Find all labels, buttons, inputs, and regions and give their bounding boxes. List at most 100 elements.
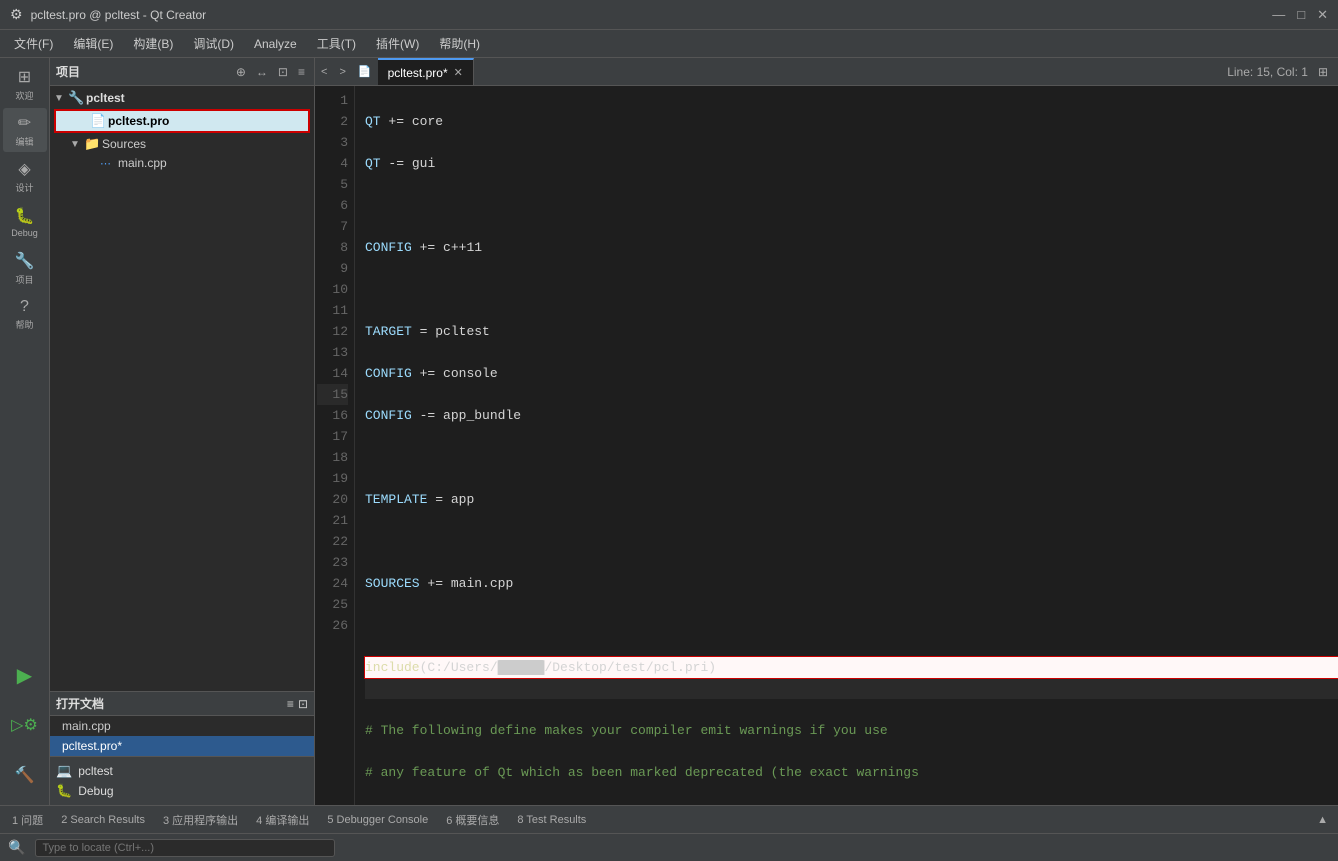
ln-6: 6 bbox=[317, 195, 348, 216]
tree-item-sources[interactable]: ▼ 📁 Sources bbox=[50, 134, 314, 154]
sidebar-item-label-project: 项目 bbox=[15, 273, 33, 286]
code-line-17: # any feature of Qt which as been marked… bbox=[365, 762, 1338, 783]
bottom-tab-problems[interactable]: 1 问题 bbox=[4, 809, 51, 831]
debug-section-label: 💻 pcltest 🐛 Debug bbox=[50, 756, 314, 805]
ln-14: 14 bbox=[317, 363, 348, 384]
window-title: pcltest.pro @ pcltest - Qt Creator bbox=[31, 8, 1265, 22]
tree-label-main: main.cpp bbox=[118, 156, 167, 170]
code-line-2: QT -= gui bbox=[365, 153, 1338, 174]
sidebar-item-debug[interactable]: 🐛 Debug bbox=[3, 200, 47, 244]
of-collapse-btn[interactable]: ⊡ bbox=[298, 697, 308, 711]
sidebar-item-label-debug: Debug bbox=[11, 228, 38, 238]
tree-item-pcltest-pro[interactable]: 📄 pcltest.pro bbox=[54, 109, 310, 133]
run-icon: ▶ bbox=[17, 663, 32, 688]
menu-debug[interactable]: 调试(D) bbox=[183, 31, 244, 56]
ln-12: 12 bbox=[317, 321, 348, 342]
menu-analyze[interactable]: Analyze bbox=[244, 33, 307, 55]
tab-pcltest-pro[interactable]: pcltest.pro* ✕ bbox=[378, 58, 474, 85]
titlebar: ⚙ pcltest.pro @ pcltest - Qt Creator — □… bbox=[0, 0, 1338, 30]
menu-help[interactable]: 帮助(H) bbox=[429, 31, 490, 56]
bottom-tab-search[interactable]: 2 Search Results bbox=[53, 811, 153, 829]
tab-nav-back[interactable]: < bbox=[315, 58, 333, 85]
ln-26: 26 bbox=[317, 615, 348, 636]
editor-status-right: Line: 15, Col: 1 ⊞ bbox=[1217, 58, 1338, 85]
code-line-5 bbox=[365, 279, 1338, 300]
run-debug-button[interactable]: ▷⚙ bbox=[3, 703, 47, 747]
ln-21: 21 bbox=[317, 510, 348, 531]
collapse-button[interactable]: ⊡ bbox=[275, 63, 291, 81]
sidebar-item-help[interactable]: ? 帮助 bbox=[3, 292, 47, 336]
maximize-button[interactable]: □ bbox=[1297, 7, 1305, 23]
ln-3: 3 bbox=[317, 132, 348, 153]
run-debug-icon: ▷⚙ bbox=[11, 715, 38, 735]
ln-16: 16 bbox=[317, 405, 348, 426]
of-menu-btn[interactable]: ≡ bbox=[287, 697, 294, 711]
editor-tabs-bar: < > 📄 pcltest.pro* ✕ Line: 15, Col: 1 ⊞ bbox=[315, 58, 1338, 86]
code-line-1: QT += core bbox=[365, 111, 1338, 132]
sidebar-item-edit[interactable]: ✏ 编辑 bbox=[3, 108, 47, 152]
ln-18: 18 bbox=[317, 447, 348, 468]
menu-button[interactable]: ≡ bbox=[295, 63, 308, 81]
sidebar-item-design[interactable]: ◈ 设计 bbox=[3, 154, 47, 198]
sync-button[interactable]: ↔ bbox=[253, 63, 271, 81]
tab-nav-fwd[interactable]: > bbox=[333, 58, 351, 85]
code-line-3 bbox=[365, 195, 1338, 216]
tree-icon-pcltest: 🔧 bbox=[68, 90, 86, 106]
tree-item-main-cpp[interactable]: ⋯ main.cpp bbox=[50, 154, 314, 172]
ln-1: 1 bbox=[317, 90, 348, 111]
project-icon: 🔧 bbox=[15, 251, 35, 271]
ln-25: 25 bbox=[317, 594, 348, 615]
menu-edit[interactable]: 编辑(E) bbox=[63, 31, 123, 56]
tab-close-pcltest-pro[interactable]: ✕ bbox=[454, 66, 463, 79]
locate-input[interactable] bbox=[35, 839, 335, 857]
project-panel-title: 项目 bbox=[56, 63, 229, 80]
open-files-toolbar: 打开文档 ≡ ⊡ bbox=[50, 692, 314, 716]
code-line-6: TARGET = pcltest bbox=[365, 321, 1338, 342]
tree-icon-pro: 📄 bbox=[90, 113, 108, 129]
bottom-tab-app-output[interactable]: 3 应用程序输出 bbox=[155, 809, 246, 831]
sidebar-item-label-welcome: 欢迎 bbox=[15, 89, 33, 102]
debug-icon: 🐛 bbox=[15, 206, 35, 226]
sidebar-item-welcome[interactable]: ⊞ 欢迎 bbox=[3, 62, 47, 106]
ln-13: 13 bbox=[317, 342, 348, 363]
tab-nav-dropdown[interactable]: 📄 bbox=[352, 58, 378, 85]
tree-item-pcltest[interactable]: ▼ 🔧 pcltest bbox=[50, 88, 314, 108]
open-files-panel: 打开文档 ≡ ⊡ main.cpp pcltest.pro* bbox=[50, 691, 314, 756]
build-button[interactable]: 🔨 bbox=[3, 753, 47, 797]
menu-plugins[interactable]: 插件(W) bbox=[366, 31, 429, 56]
menu-tools[interactable]: 工具(T) bbox=[307, 31, 366, 56]
tree-label-pro: pcltest.pro bbox=[108, 114, 169, 128]
open-file-main-cpp[interactable]: main.cpp bbox=[50, 716, 314, 736]
code-line-15 bbox=[365, 678, 1338, 699]
ln-4: 4 bbox=[317, 153, 348, 174]
status-search-icon: 🔍 bbox=[8, 839, 25, 856]
minimize-button[interactable]: — bbox=[1272, 7, 1285, 23]
code-editor[interactable]: QT += core QT -= gui CONFIG += c++11 TAR… bbox=[355, 86, 1338, 805]
expand-editor-btn[interactable]: ⊞ bbox=[1318, 65, 1328, 79]
debug-mode-label: Debug bbox=[78, 784, 113, 798]
filter-button[interactable]: ⊕ bbox=[233, 63, 249, 81]
bottom-tab-debugger[interactable]: 5 Debugger Console bbox=[319, 811, 436, 829]
open-file-pcltest-pro[interactable]: pcltest.pro* bbox=[50, 736, 314, 756]
sidebar-item-project[interactable]: 🔧 项目 bbox=[3, 246, 47, 290]
run-button[interactable]: ▶ bbox=[3, 653, 47, 697]
tree-label-pcltest: pcltest bbox=[86, 91, 125, 105]
window-controls: — □ ✕ bbox=[1272, 7, 1328, 23]
debug-mode-icon: 🐛 bbox=[56, 783, 72, 799]
menu-build[interactable]: 构建(B) bbox=[123, 31, 183, 56]
tree-icon-sources: 📁 bbox=[84, 136, 102, 152]
bottom-tab-compile[interactable]: 4 编译输出 bbox=[248, 809, 317, 831]
bottom-tab-summary[interactable]: 6 概要信息 bbox=[438, 809, 507, 831]
edit-icon: ✏ bbox=[18, 113, 31, 133]
code-line-10: TEMPLATE = app bbox=[365, 489, 1338, 510]
code-line-18: # depend on your compiler). Please consu… bbox=[365, 804, 1338, 805]
code-line-9 bbox=[365, 447, 1338, 468]
bottom-tab-test[interactable]: 8 Test Results bbox=[509, 811, 594, 829]
code-line-13 bbox=[365, 615, 1338, 636]
close-button[interactable]: ✕ bbox=[1317, 7, 1328, 23]
ln-15: 15 bbox=[317, 384, 348, 405]
bottom-tab-arrow[interactable]: ▲ bbox=[1311, 814, 1334, 826]
tab-label-pcltest-pro: pcltest.pro* bbox=[388, 66, 448, 80]
code-line-11 bbox=[365, 531, 1338, 552]
menu-file[interactable]: 文件(F) bbox=[4, 31, 63, 56]
